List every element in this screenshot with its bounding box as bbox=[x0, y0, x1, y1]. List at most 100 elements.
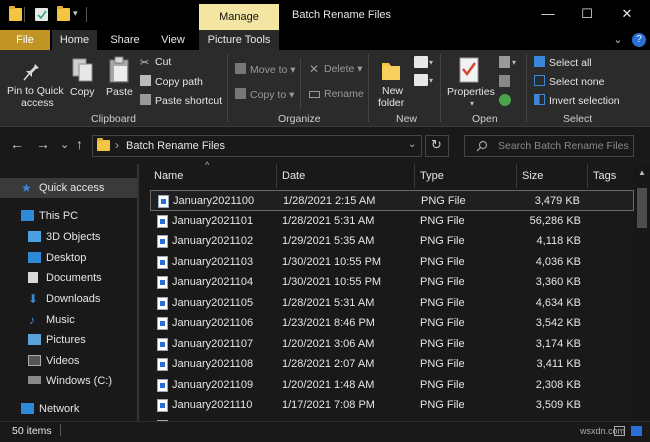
details-view-icon[interactable] bbox=[614, 426, 625, 436]
column-divider[interactable] bbox=[516, 164, 517, 188]
close-button[interactable]: ✕ bbox=[619, 6, 635, 22]
file-type-cell: PNG File bbox=[420, 337, 465, 350]
rename-button[interactable]: Rename bbox=[309, 88, 364, 100]
file-type-cell: PNG File bbox=[421, 195, 466, 207]
network-icon bbox=[21, 403, 34, 414]
tab-view[interactable]: View bbox=[154, 30, 192, 50]
scrollbar-thumb[interactable] bbox=[637, 188, 647, 228]
table-row[interactable]: January2021106 1/23/2021 8:46 PM PNG File 3… bbox=[150, 313, 634, 334]
table-row[interactable]: January2021104 1/30/2021 10:55 PM PNG File… bbox=[150, 272, 634, 293]
nav-item-desktop[interactable]: Desktop bbox=[46, 252, 86, 264]
invert-selection-label: Invert selection bbox=[549, 95, 620, 107]
file-name-cell: January2021101 bbox=[172, 214, 254, 227]
desktop-icon bbox=[28, 252, 41, 263]
tab-home[interactable]: Home bbox=[52, 30, 97, 50]
history-icon[interactable] bbox=[499, 94, 511, 106]
table-row[interactable]: January2021105 1/28/2021 5:31 AM PNG File 4… bbox=[150, 293, 634, 314]
edit-icon[interactable] bbox=[499, 75, 510, 87]
file-type-cell: PNG File bbox=[420, 399, 465, 411]
breadcrumb-current[interactable]: Batch Rename Files bbox=[126, 140, 225, 152]
file-name-cell: January2021102 bbox=[172, 235, 254, 247]
cut-button[interactable]: ✂ Cut bbox=[140, 56, 171, 69]
new-item-dropdown-icon[interactable]: ▾ bbox=[429, 58, 433, 67]
new-item-icon[interactable] bbox=[414, 56, 428, 68]
table-row[interactable]: January2021109 1/20/2021 1:48 AM PNG File 2… bbox=[150, 375, 634, 396]
open-dropdown-icon[interactable]: ▾ bbox=[512, 58, 516, 67]
column-header-date[interactable]: Date bbox=[282, 164, 412, 188]
table-row[interactable]: January2021108 1/28/2021 2:07 AM PNG File 3… bbox=[150, 354, 634, 375]
file-name-cell: January2021106 bbox=[172, 317, 254, 329]
copy-to-button[interactable]: Copy to ▾ bbox=[235, 88, 294, 101]
maximize-button[interactable]: ☐ bbox=[579, 6, 595, 22]
up-button[interactable]: ↑ bbox=[76, 136, 83, 152]
properties-button[interactable]: Properties bbox=[447, 86, 495, 98]
column-divider[interactable] bbox=[587, 164, 588, 188]
table-row[interactable]: January2021110 1/17/2021 7:08 PM PNG File 3… bbox=[150, 395, 634, 416]
nav-item-documents[interactable]: Documents bbox=[46, 272, 102, 284]
new-folder-icon bbox=[380, 58, 402, 85]
table-row[interactable]: January2021102 1/29/2021 5:35 AM PNG File 4… bbox=[150, 231, 634, 252]
new-folder-label[interactable]: folder bbox=[378, 97, 404, 109]
select-none-button[interactable]: Select none bbox=[534, 75, 604, 88]
table-row[interactable]: January2021100 1/28/2021 2:15 AM PNG File 3… bbox=[150, 190, 634, 211]
table-row[interactable]: January2021101 1/28/2021 5:31 AM PNG File 5… bbox=[150, 211, 634, 232]
nav-pane-divider[interactable] bbox=[137, 164, 139, 421]
paste-icon bbox=[107, 56, 131, 87]
paste-button[interactable]: Paste bbox=[106, 86, 133, 98]
minimize-button[interactable]: — bbox=[540, 6, 556, 22]
copy-path-button[interactable]: Copy path bbox=[140, 75, 203, 88]
scroll-up-icon[interactable]: ▲ bbox=[638, 168, 646, 177]
nav-item-3d-objects[interactable]: 3D Objects bbox=[46, 231, 100, 243]
tab-picture-tools[interactable]: Picture Tools bbox=[202, 30, 276, 50]
help-icon[interactable]: ? bbox=[632, 33, 646, 47]
properties-dropdown-icon[interactable]: ▾ bbox=[470, 99, 474, 108]
column-divider[interactable] bbox=[276, 164, 277, 188]
recent-locations-button[interactable]: ⌄ bbox=[60, 138, 69, 151]
file-name-cell: January2021107 bbox=[172, 337, 254, 350]
column-header-type[interactable]: Type bbox=[420, 164, 510, 188]
file-type-cell: PNG File bbox=[420, 296, 465, 309]
copy-button[interactable]: Copy bbox=[70, 86, 95, 98]
tab-share[interactable]: Share bbox=[106, 30, 144, 50]
new-folder-quick-icon[interactable] bbox=[57, 6, 70, 21]
nav-item-network[interactable]: Network bbox=[39, 403, 79, 415]
back-button[interactable]: ← bbox=[10, 136, 24, 152]
move-to-button[interactable]: Move to ▾ bbox=[235, 63, 296, 76]
column-header-size[interactable]: Size bbox=[522, 164, 582, 188]
nav-item-this-pc[interactable]: This PC bbox=[39, 210, 78, 222]
paste-shortcut-button[interactable]: Paste shortcut bbox=[140, 94, 222, 107]
tab-file[interactable]: File bbox=[0, 30, 50, 50]
delete-button[interactable]: ✕ Delete ▾ bbox=[309, 63, 363, 75]
easy-access-dropdown-icon[interactable]: ▾ bbox=[429, 76, 433, 85]
downloads-icon: ⬇ bbox=[28, 292, 39, 306]
select-all-button[interactable]: Select all bbox=[534, 56, 592, 69]
properties-quick-icon[interactable] bbox=[35, 8, 48, 21]
file-type-cell: PNG File bbox=[420, 255, 465, 268]
table-row[interactable]: January2021103 1/30/2021 10:55 PM PNG File… bbox=[150, 252, 634, 273]
nav-item-downloads[interactable]: Downloads bbox=[46, 293, 100, 305]
nav-item-music[interactable]: Music bbox=[46, 314, 75, 326]
column-header-tags[interactable]: Tags bbox=[593, 164, 633, 188]
column-header-name[interactable]: Name bbox=[154, 164, 274, 188]
invert-selection-button[interactable]: Invert selection bbox=[534, 94, 620, 107]
collapse-ribbon-icon[interactable]: ⌄ bbox=[612, 30, 624, 50]
nav-item-videos[interactable]: Videos bbox=[46, 355, 79, 367]
nav-label-quick-access: Quick access bbox=[39, 182, 105, 194]
nav-item-windows-c[interactable]: Windows (C:) bbox=[46, 375, 112, 387]
scissors-icon: ✂ bbox=[140, 57, 150, 69]
table-row[interactable]: January2021107 1/20/2021 3:06 AM PNG File 3… bbox=[150, 334, 634, 355]
file-size-cell: 3,479 KB bbox=[534, 195, 580, 207]
pin-to-quick-access-button[interactable]: Pin to Quick bbox=[7, 85, 64, 97]
forward-button[interactable]: → bbox=[36, 136, 50, 152]
select-group-label: Select bbox=[563, 113, 593, 125]
address-dropdown-icon[interactable]: ⌄ bbox=[408, 139, 416, 150]
easy-access-icon[interactable] bbox=[414, 74, 428, 86]
column-divider[interactable] bbox=[414, 164, 415, 188]
pin-to-quick-access-label[interactable]: access bbox=[21, 97, 54, 109]
open-icon[interactable] bbox=[499, 56, 510, 68]
customize-quick-access-icon[interactable]: ▾ bbox=[73, 8, 78, 19]
manage-tab[interactable]: Manage bbox=[199, 4, 279, 30]
new-folder-button[interactable]: New bbox=[382, 85, 403, 97]
nav-item-pictures[interactable]: Pictures bbox=[46, 334, 86, 346]
large-icons-view-icon[interactable] bbox=[631, 426, 642, 436]
